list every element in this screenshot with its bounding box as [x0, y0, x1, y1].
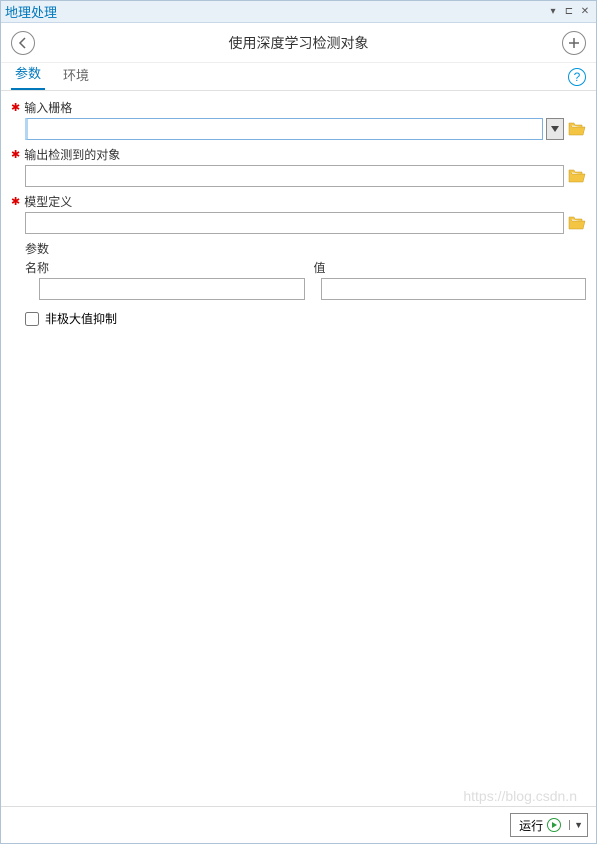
browse-icon[interactable] [568, 168, 586, 184]
browse-icon[interactable] [568, 215, 586, 231]
param-name-input[interactable] [39, 278, 305, 300]
output-detected-input[interactable] [25, 165, 564, 187]
model-definition-input[interactable] [25, 212, 564, 234]
geoprocessing-panel: 地理处理 ▾ ⊏ ✕ 使用深度学习检测对象 参数 环境 ? ✱ 输入栅格 [0, 0, 597, 844]
play-icon [547, 818, 561, 832]
tabs: 参数 环境 ? [1, 63, 596, 91]
param-col-value: 值 [314, 259, 587, 276]
browse-icon[interactable] [568, 121, 586, 137]
field-model-definition: ✱ 模型定义 [11, 193, 586, 234]
run-button[interactable]: 运行 ▼ [510, 813, 588, 837]
param-table-section: 参数 名称 值 [11, 240, 586, 300]
nms-label: 非极大值抑制 [45, 310, 117, 327]
close-icon[interactable]: ✕ [578, 5, 592, 19]
run-label: 运行 [519, 817, 543, 834]
nms-checkbox[interactable] [25, 312, 39, 326]
input-raster-dropdown[interactable] [546, 118, 564, 140]
window-title: 地理处理 [5, 2, 546, 21]
required-marker: ✱ [11, 148, 20, 161]
input-raster-label: 输入栅格 [24, 99, 72, 116]
input-raster-input[interactable] [25, 118, 543, 140]
required-marker: ✱ [11, 101, 20, 114]
required-marker: ✱ [11, 195, 20, 208]
tool-title: 使用深度学习检测对象 [35, 33, 562, 53]
nms-row: 非极大值抑制 [11, 310, 586, 327]
param-value-input[interactable] [321, 278, 587, 300]
field-output-detected: ✱ 输出检测到的对象 [11, 146, 586, 187]
field-input-raster: ✱ 输入栅格 [11, 99, 586, 140]
title-bar: 地理处理 ▾ ⊏ ✕ [1, 1, 596, 23]
model-definition-label: 模型定义 [24, 193, 72, 210]
run-dropdown[interactable]: ▼ [569, 820, 587, 830]
param-col-name: 名称 [25, 259, 298, 276]
back-button[interactable] [11, 31, 35, 55]
form-area: ✱ 输入栅格 ✱ 输出检测到的对象 [1, 91, 596, 806]
dropdown-icon[interactable]: ▾ [546, 5, 560, 19]
param-table-header: 参数 [11, 240, 586, 257]
output-detected-label: 输出检测到的对象 [24, 146, 120, 163]
toolbar: 使用深度学习检测对象 [1, 23, 596, 63]
window-controls: ▾ ⊏ ✕ [546, 5, 592, 19]
pin-icon[interactable]: ⊏ [562, 5, 576, 19]
tab-environment[interactable]: 环境 [59, 59, 93, 90]
add-button[interactable] [562, 31, 586, 55]
tab-parameters[interactable]: 参数 [11, 57, 45, 90]
footer: 运行 ▼ [1, 806, 596, 843]
help-icon[interactable]: ? [568, 68, 586, 86]
